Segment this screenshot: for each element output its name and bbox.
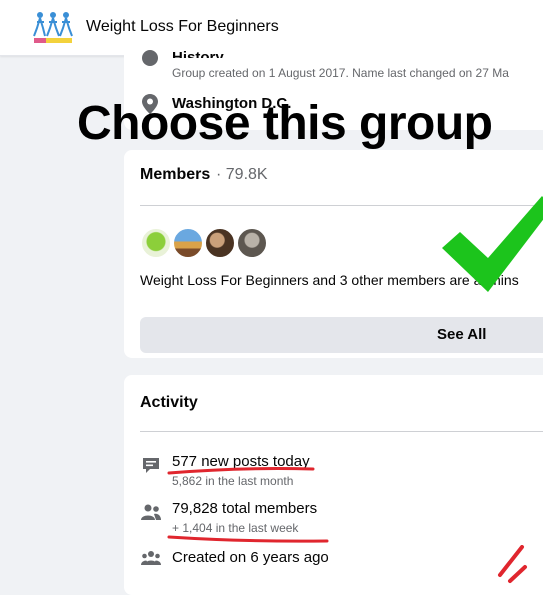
activity-created: Created on 6 years ago: [172, 549, 329, 566]
see-all-button[interactable]: See All: [140, 317, 543, 353]
avatar[interactable]: [140, 227, 172, 259]
members-people-icon: [141, 504, 161, 520]
red-arrow-mark: [498, 545, 527, 583]
group-created-icon: [141, 551, 161, 565]
red-underline-mark: [167, 535, 329, 543]
avatar[interactable]: [172, 227, 204, 259]
avatar[interactable]: [236, 227, 268, 259]
choose-group-caption: Choose this group: [77, 97, 493, 150]
history-title: History: [172, 49, 224, 58]
activity-total-members: 79,828 total members: [172, 500, 318, 517]
members-label[interactable]: Members: [140, 166, 210, 184]
group-logo-figures-icon[interactable]: [32, 10, 74, 44]
history-clock-icon: [142, 50, 158, 66]
see-all-label: See All: [437, 326, 487, 343]
members-count: · 79.8K: [216, 166, 268, 183]
history-text: Group created on 1 August 2017. Name las…: [172, 66, 509, 80]
divider: [140, 431, 543, 432]
green-checkmark-icon: [442, 196, 543, 292]
top-bar: Weight Loss For Beginners: [0, 0, 543, 56]
posts-chat-icon: [143, 458, 159, 473]
avatar[interactable]: [204, 227, 236, 259]
group-title[interactable]: Weight Loss For Beginners: [86, 18, 279, 36]
red-underline-mark: [167, 467, 315, 475]
activity-title: Activity: [140, 394, 198, 411]
